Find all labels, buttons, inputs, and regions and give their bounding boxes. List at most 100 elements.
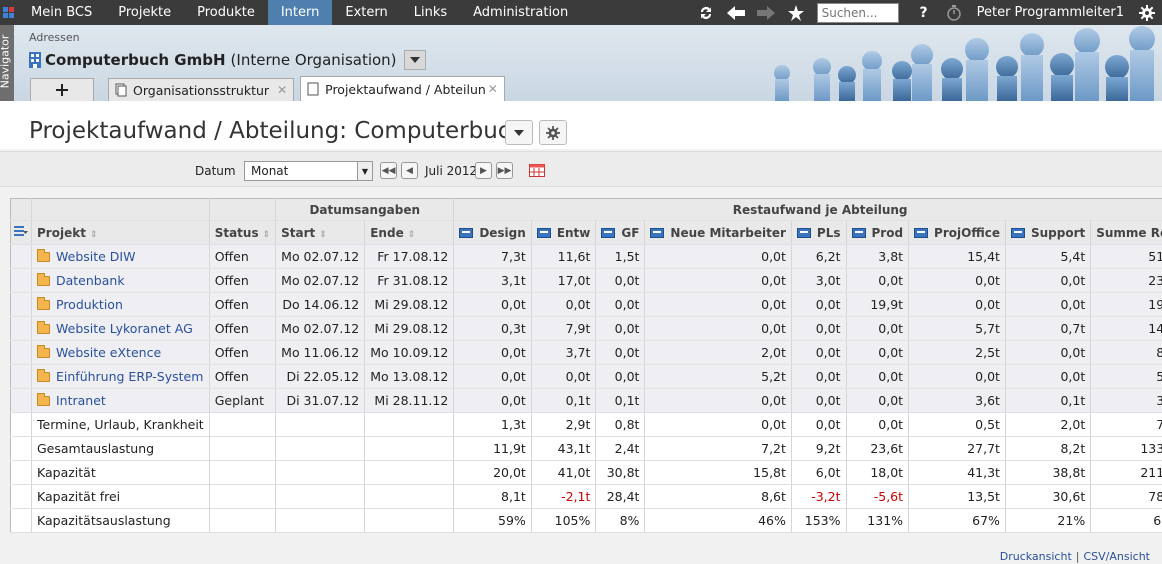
project-link[interactable]: Produktion	[56, 297, 123, 312]
project-link[interactable]: Website eXtence	[56, 345, 161, 360]
project-link[interactable]: Einführung ERP-System	[56, 369, 203, 384]
summary-label: Termine, Urlaub, Krankheit	[31, 412, 210, 437]
project-cell[interactable]: Datenbank	[31, 268, 210, 293]
end-date-cell: Fr 17.08.12	[364, 244, 455, 269]
help-icon[interactable]: ?	[909, 0, 939, 25]
start-date-cell: Di 31.07.12	[275, 388, 366, 413]
summary-value-cell: 13,5t	[908, 484, 1006, 509]
project-link[interactable]: Intranet	[56, 393, 106, 408]
value-cell: 3,1t	[453, 268, 532, 293]
table-row[interactable]: Produktion Offen Do 14.06.12 Mi 29.08.12 0,0…	[10, 292, 1162, 317]
project-cell[interactable]: Produktion	[31, 292, 210, 317]
value-cell: 11,6t	[531, 244, 597, 269]
column-header-neue-mitarbeiter[interactable]: Neue Mitarbeiter	[644, 220, 792, 245]
value-cell: 0,0t	[531, 292, 597, 317]
value-cell: 0,0t	[791, 388, 847, 413]
start-date-cell: Mo 02.07.12	[275, 268, 366, 293]
project-link[interactable]: Website Lykoranet AG	[56, 321, 193, 336]
settings-button[interactable]	[539, 120, 567, 145]
project-link[interactable]: Website DIW	[56, 249, 135, 264]
refresh-icon[interactable]	[691, 0, 721, 25]
table-row[interactable]: Datenbank Offen Mo 02.07.12 Fr 31.08.12 3,1t…	[10, 268, 1162, 293]
end-date-cell: Mi 29.08.12	[364, 316, 455, 341]
print-view-link[interactable]: Druckansicht	[1000, 550, 1072, 563]
tab-organisationsstruktur[interactable]: Organisationsstruktur ✕	[108, 78, 295, 101]
column-header-gf[interactable]: GF	[595, 220, 646, 245]
column-header-status[interactable]: Status ⇕	[209, 220, 277, 245]
close-icon[interactable]: ✕	[488, 82, 498, 96]
empty-cell	[209, 508, 277, 533]
summary-row: Gesamtauslastung 11,9t 43,1t 2,4t 7,2t 9,2t 23…	[10, 436, 1162, 461]
user-name[interactable]: Peter Programmleiter1	[969, 5, 1132, 20]
table-row[interactable]: Intranet Geplant Di 31.07.12 Mi 28.11.12 0,0…	[10, 388, 1162, 413]
summary-value-cell: 21%	[1005, 508, 1092, 533]
column-header-ende[interactable]: Ende ⇕	[364, 220, 455, 245]
value-cell: 0,0t	[1005, 364, 1092, 389]
folder-icon	[37, 273, 50, 286]
project-cell[interactable]: Website Lykoranet AG	[31, 316, 210, 341]
org-dropdown-button[interactable]	[403, 50, 426, 70]
nav-item-links[interactable]: Links	[401, 0, 460, 25]
title-dropdown-button[interactable]	[505, 120, 533, 145]
add-tab-button[interactable]	[30, 78, 94, 101]
close-icon[interactable]: ✕	[277, 83, 287, 97]
column-header-pls[interactable]: PLs	[791, 220, 847, 245]
nav-item-mein-bcs[interactable]: Mein BCS	[18, 0, 105, 25]
previous-period-button[interactable]: ◀	[401, 162, 418, 179]
summary-value-cell: 15,8t	[644, 460, 792, 485]
tab-projektaufwand[interactable]: Projektaufwand / Abteilun ✕	[300, 76, 505, 101]
value-cell: 2,5t	[908, 340, 1006, 365]
summary-value-cell: 8,2t	[1005, 436, 1092, 461]
project-cell[interactable]: Website DIW	[31, 244, 210, 269]
plus-icon	[56, 84, 68, 96]
table-row[interactable]: Website Lykoranet AG Offen Mo 02.07.12 Mi 2…	[10, 316, 1162, 341]
app-logo-icon[interactable]	[0, 0, 18, 25]
value-cell: 3,6t	[908, 388, 1006, 413]
column-chooser-icon[interactable]	[10, 220, 32, 245]
table-row[interactable]: Website eXtence Offen Mo 11.06.12 Mo 10.09.…	[10, 340, 1162, 365]
column-header-support[interactable]: Support	[1005, 220, 1092, 245]
calendar-icon[interactable]	[529, 163, 545, 177]
star-icon[interactable]	[781, 0, 811, 25]
project-cell[interactable]: Intranet	[31, 388, 210, 413]
project-cell[interactable]: Einführung ERP-System	[31, 364, 210, 389]
forward-arrow-icon[interactable]	[751, 0, 781, 25]
stopwatch-icon[interactable]	[939, 0, 969, 25]
table-row[interactable]: Website DIW Offen Mo 02.07.12 Fr 17.08.12 7,…	[10, 244, 1162, 269]
group-header-rest: Restaufwand je Abteilung	[453, 198, 1162, 221]
period-select[interactable]: Monat ▼	[244, 161, 373, 181]
sort-icon[interactable]: ⇕	[90, 230, 98, 240]
gear-icon[interactable]	[1132, 0, 1162, 25]
column-header-start[interactable]: Start ⇕	[275, 220, 366, 245]
department-icon	[851, 227, 866, 238]
column-header-prod[interactable]: Prod	[846, 220, 910, 245]
navigator-tab[interactable]: Navigator	[0, 25, 14, 101]
current-period: Juli 2012	[425, 164, 478, 178]
sort-icon[interactable]: ⇕	[319, 230, 327, 240]
csv-view-link[interactable]: CSV/Ansicht	[1083, 550, 1150, 563]
nav-item-intern[interactable]: Intern	[267, 0, 333, 25]
sort-icon[interactable]: ⇕	[263, 230, 271, 240]
nav-item-produkte[interactable]: Produkte	[184, 0, 268, 25]
project-link[interactable]: Datenbank	[56, 273, 125, 288]
next-period-button[interactable]: ▶	[475, 162, 492, 179]
column-header-projoffice[interactable]: ProjOffice	[908, 220, 1006, 245]
breadcrumb[interactable]: Adressen	[29, 31, 80, 44]
first-period-button[interactable]: ◀◀	[380, 162, 397, 179]
nav-item-projekte[interactable]: Projekte	[105, 0, 184, 25]
project-cell[interactable]: Website eXtence	[31, 340, 210, 365]
column-header-entw[interactable]: Entw	[531, 220, 597, 245]
value-cell: 1,5t	[595, 244, 646, 269]
nav-item-administration[interactable]: Administration	[460, 0, 581, 25]
sort-icon[interactable]: ⇕	[408, 230, 416, 240]
column-header-summe-rest[interactable]: Summe Rest	[1090, 220, 1162, 245]
column-header-projekt[interactable]: Projekt ⇕	[31, 220, 210, 245]
end-date-cell: Mo 13.08.12	[364, 364, 455, 389]
search-input[interactable]	[816, 2, 899, 23]
table-row[interactable]: Einführung ERP-System Offen Di 22.05.12 Mo …	[10, 364, 1162, 389]
back-arrow-icon[interactable]	[721, 0, 751, 25]
nav-item-extern[interactable]: Extern	[332, 0, 400, 25]
value-cell: 5,2t	[1090, 364, 1162, 389]
column-header-design[interactable]: Design	[453, 220, 532, 245]
last-period-button[interactable]: ▶▶	[496, 162, 513, 179]
